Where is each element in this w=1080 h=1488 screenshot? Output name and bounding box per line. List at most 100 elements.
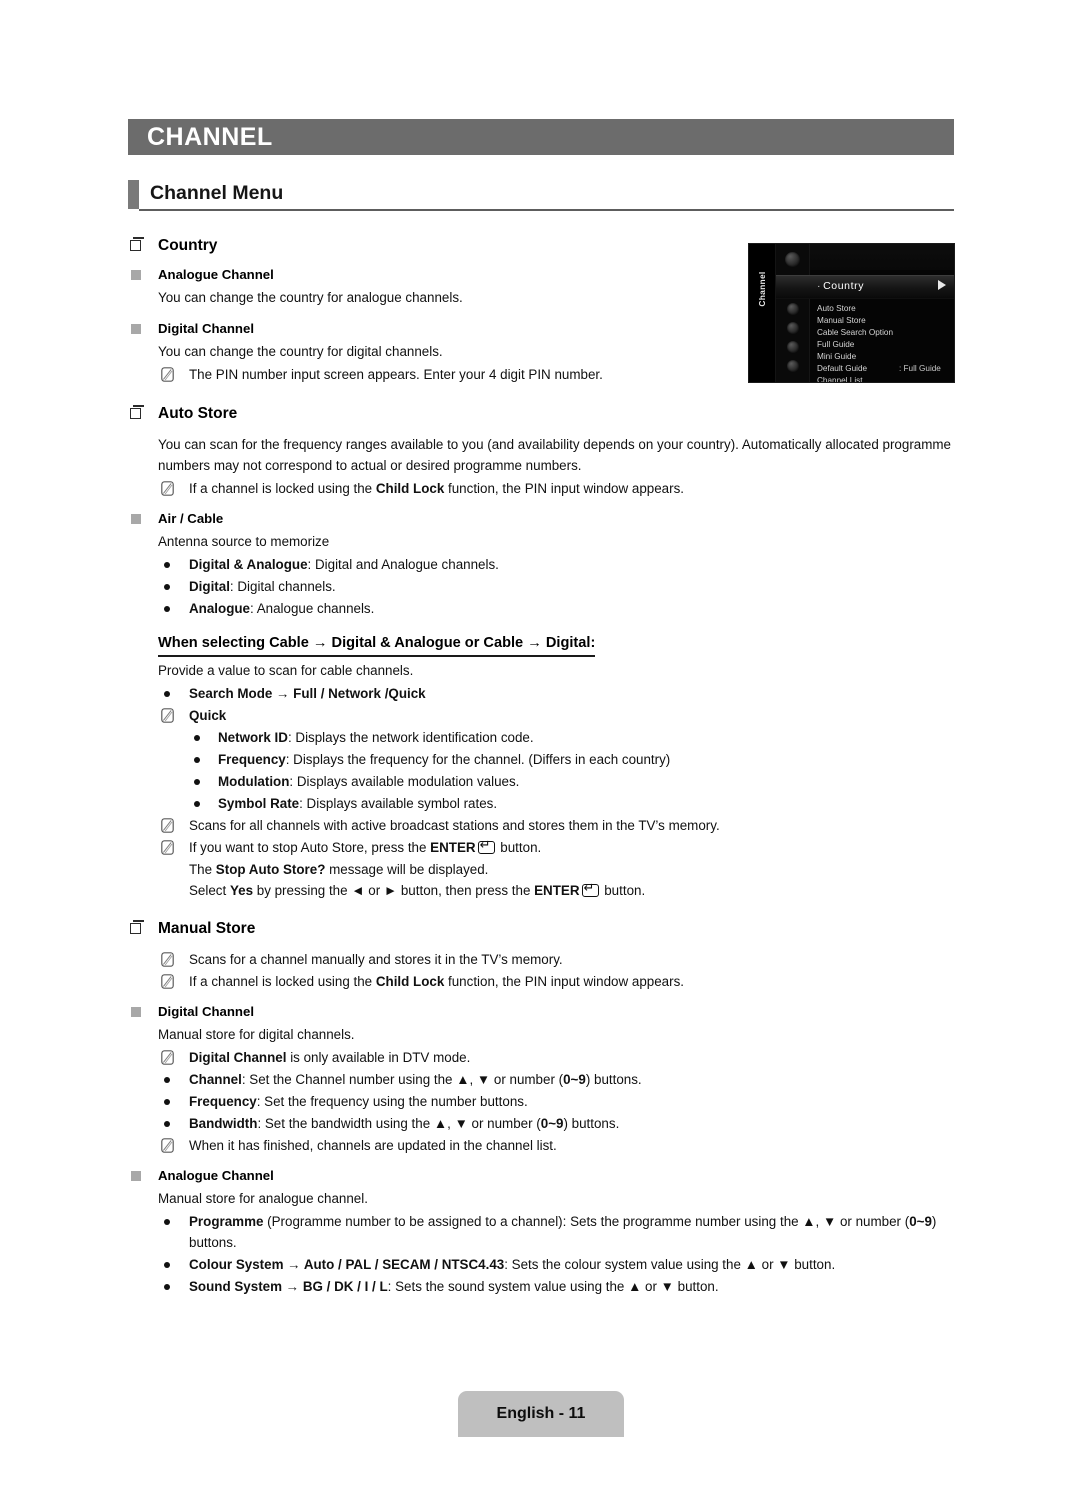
- bullet-network-id-desc: : Displays the network identification co…: [287, 730, 534, 745]
- heading-cable-selection: When selecting Cable → Digital & Analogu…: [128, 633, 958, 657]
- bullet-manual-channel-tail: ) buttons.: [585, 1072, 642, 1087]
- enter-key-label: ENTER: [534, 883, 580, 898]
- bullet-frequency: Frequency: Displays the frequency for th…: [128, 749, 958, 770]
- note-manual-scan: Scans for a channel manually and stores …: [128, 949, 958, 970]
- bullet-digital-analogue: Digital & Analogue: Digital and Analogue…: [128, 554, 958, 575]
- dot-bullet-icon: [164, 1219, 170, 1225]
- heading-country-analogue-label: Analogue Channel: [158, 267, 274, 282]
- note-auto-store-child-lock-bold: Child Lock: [375, 481, 445, 496]
- stop-msg-post: message will be displayed.: [325, 862, 489, 877]
- dot-bullet-icon: [194, 779, 200, 785]
- note-manual-scan-text: Scans for a channel manually and stores …: [189, 952, 563, 967]
- bullet-symbol-rate: Symbol Rate: Displays available symbol r…: [128, 793, 958, 814]
- note-icon: [161, 840, 174, 855]
- dot-bullet-icon: [164, 606, 170, 612]
- bullet-programme-num: 0~9: [909, 1214, 932, 1229]
- text-air-cable-body: Antenna source to memorize: [158, 534, 330, 549]
- heading-manual-analogue: Analogue Channel: [128, 1167, 958, 1185]
- note-finished-text: When it has finished, channels are updat…: [189, 1138, 557, 1153]
- open-square-bullet-icon: [130, 237, 144, 251]
- dot-bullet-icon: [164, 691, 170, 697]
- bullet-sound-system-term: Sound System → BG / DK / I / L: [189, 1279, 388, 1294]
- enter-key-label: ENTER: [430, 840, 476, 855]
- bullet-analogue: Analogue: Analogue channels.: [128, 598, 958, 619]
- bullet-colour-system-desc: : Sets the colour system value using the…: [504, 1257, 836, 1272]
- note-auto-store-child-lock-pre: If a channel is locked using the: [189, 481, 376, 496]
- note-auto-store-child-lock: If a channel is locked using the Child L…: [128, 478, 958, 499]
- heading-manual-digital-label: Digital Channel: [158, 1004, 254, 1019]
- select-bold: Yes: [229, 883, 254, 898]
- bullet-colour-system: Colour System → Auto / PAL / SECAM / NTS…: [128, 1254, 958, 1275]
- note-icon: [161, 974, 174, 989]
- section-country: Country Analogue Channel You can change …: [128, 236, 958, 385]
- bullet-search-mode: Search Mode → Full / Network /Quick: [128, 683, 958, 704]
- text-country-digital-body: You can change the country for digital c…: [158, 344, 443, 359]
- subsection-title: Channel Menu: [150, 182, 284, 204]
- note-manual-child-lock-pre: If a channel is locked using the: [189, 974, 376, 989]
- note-stop-pre: If you want to stop Auto Store, press th…: [189, 840, 431, 855]
- bullet-analogue-desc: : Analogue channels.: [250, 601, 375, 616]
- heading-air-cable: Air / Cable: [128, 510, 958, 528]
- bullet-frequency-term: Frequency: [218, 752, 286, 767]
- bullet-manual-frequency-desc: : Set the frequency using the number but…: [256, 1094, 528, 1109]
- stop-msg-bold: Stop Auto Store?: [215, 862, 326, 877]
- note-manual-child-lock-bold: Child Lock: [375, 974, 445, 989]
- heading-country-digital-label: Digital Channel: [158, 321, 254, 336]
- filled-square-bullet-icon: [131, 324, 141, 334]
- note-country-pin-text: The PIN number input screen appears. Ent…: [189, 367, 603, 382]
- bullet-digital-analogue-term: Digital & Analogue: [189, 557, 308, 572]
- filled-square-bullet-icon: [131, 514, 141, 524]
- note-scan-all: Scans for all channels with active broad…: [128, 815, 958, 836]
- bullet-programme-term: Programme: [189, 1214, 264, 1229]
- page-title: CHANNEL: [147, 122, 273, 151]
- bullet-manual-bandwidth-tail: ) buttons.: [563, 1116, 620, 1131]
- note-icon: [161, 818, 174, 833]
- dot-bullet-icon: [164, 562, 170, 568]
- note-icon: [161, 952, 174, 967]
- page-number-tab: English - 11: [458, 1391, 624, 1437]
- heading-country-digital: Digital Channel: [128, 320, 958, 338]
- subsection-divider: [139, 209, 954, 211]
- bullet-manual-bandwidth-desc: : Set the bandwidth using the ▲, ▼ or nu…: [257, 1116, 541, 1131]
- bullet-sound-system: Sound System → BG / DK / I / L: Sets the…: [128, 1276, 958, 1297]
- dot-bullet-icon: [194, 801, 200, 807]
- bullet-programme: Programme (Programme number to be assign…: [128, 1211, 958, 1253]
- open-square-bullet-icon: [130, 405, 144, 419]
- note-stop-auto-store: If you want to stop Auto Store, press th…: [128, 837, 958, 858]
- filled-square-bullet-icon: [131, 270, 141, 280]
- text-select-yes: Select Yes by pressing the ◄ or ► button…: [128, 880, 958, 901]
- note-quick: Quick: [128, 705, 958, 726]
- section-header-band: CHANNEL: [128, 119, 954, 155]
- bullet-manual-channel-num: 0~9: [563, 1072, 586, 1087]
- enter-key-icon: [581, 881, 599, 897]
- bullet-modulation-desc: : Displays available modulation values.: [289, 774, 520, 789]
- select-mid: by pressing the ◄ or ► button, then pres…: [253, 883, 535, 898]
- heading-country-label: Country: [158, 237, 218, 254]
- bullet-digital: Digital: Digital channels.: [128, 576, 958, 597]
- text-stop-auto-store-message: The Stop Auto Store? message will be dis…: [128, 859, 958, 880]
- section-auto-store: Auto Store You can scan for the frequenc…: [128, 404, 958, 901]
- note-dtv-only: Digital Channel is only available in DTV…: [128, 1047, 958, 1068]
- note-dtv-only-rest: is only available in DTV mode.: [286, 1050, 471, 1065]
- heading-cable-selection-label: When selecting Cable → Digital & Analogu…: [158, 633, 596, 657]
- note-country-pin: The PIN number input screen appears. Ent…: [128, 364, 958, 385]
- dot-bullet-icon: [164, 1262, 170, 1268]
- dot-bullet-icon: [194, 735, 200, 741]
- text-auto-store-body: You can scan for the frequency ranges av…: [158, 437, 951, 473]
- filled-square-bullet-icon: [131, 1007, 141, 1017]
- bullet-symbol-rate-term: Symbol Rate: [218, 796, 300, 811]
- bullet-sound-system-desc: : Sets the sound system value using the …: [387, 1279, 719, 1294]
- note-finished: When it has finished, channels are updat…: [128, 1135, 958, 1156]
- bullet-manual-bandwidth-term: Bandwidth: [189, 1116, 258, 1131]
- heading-manual-analogue-label: Analogue Channel: [158, 1168, 274, 1183]
- subsection-header: Channel Menu: [128, 180, 954, 212]
- bullet-manual-frequency-term: Frequency: [189, 1094, 257, 1109]
- bullet-network-id-term: Network ID: [218, 730, 288, 745]
- dot-bullet-icon: [164, 1121, 170, 1127]
- heading-air-cable-label: Air / Cable: [158, 511, 224, 526]
- note-manual-child-lock: If a channel is locked using the Child L…: [128, 971, 958, 992]
- note-manual-child-lock-post: function, the PIN input window appears.: [444, 974, 684, 989]
- heading-auto-store-label: Auto Store: [158, 405, 238, 422]
- manual-content: Country Analogue Channel You can change …: [128, 236, 958, 1298]
- text-manual-digital-body: Manual store for digital channels.: [158, 1027, 355, 1042]
